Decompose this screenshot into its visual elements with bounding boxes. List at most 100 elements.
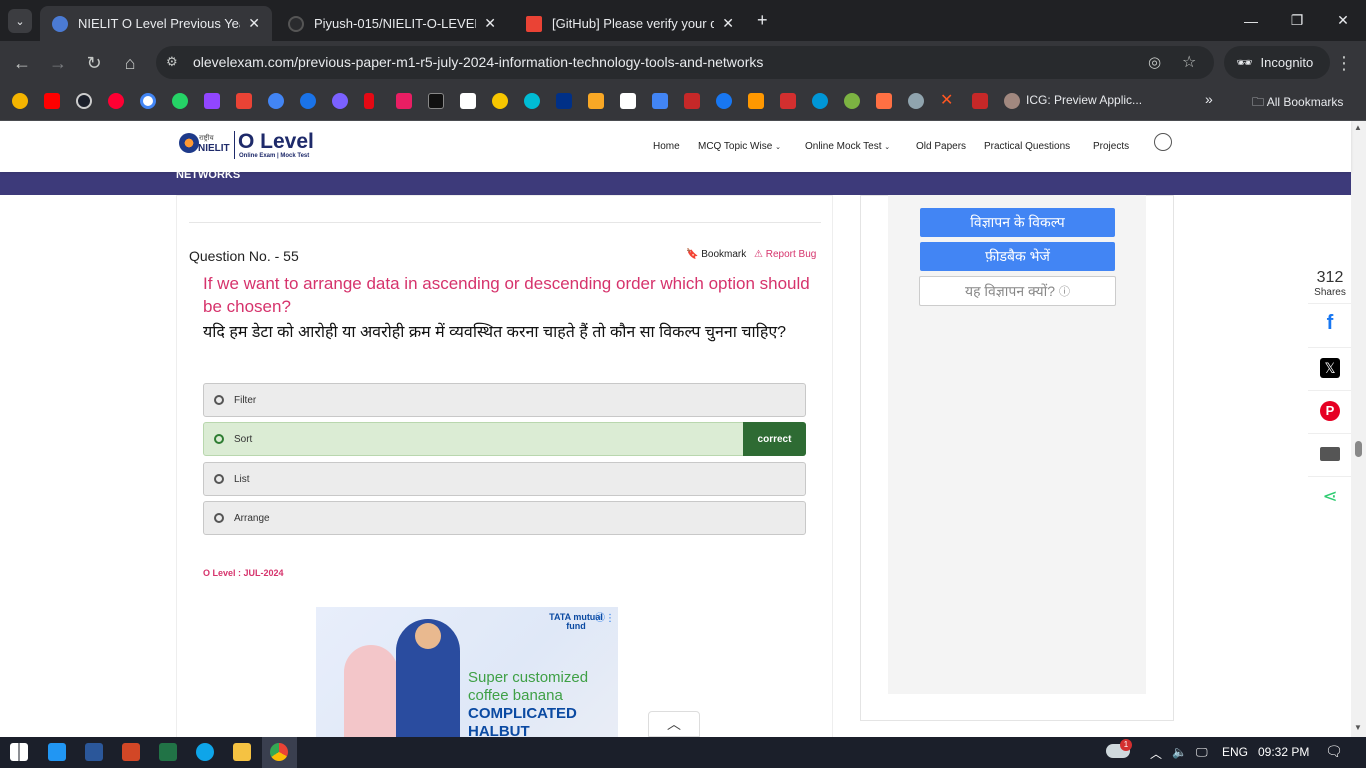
ad-info-icon[interactable]: ⓘ⋮ <box>595 609 615 624</box>
bookmark-netflix-icon[interactable] <box>364 93 374 109</box>
page-scrollbar[interactable]: ▲ ▼ <box>1351 121 1366 737</box>
close-window-button[interactable]: ✕ <box>1320 0 1366 41</box>
tab-gmail[interactable]: [GitHub] Please verify your devi ✕ <box>514 6 746 41</box>
clock[interactable]: 09:32 PM <box>1258 745 1309 759</box>
file-explorer-icon[interactable] <box>233 743 251 761</box>
collapse-ad-button[interactable]: ︿ <box>648 711 700 737</box>
forward-button[interactable]: → <box>44 49 72 77</box>
site-logo[interactable]: राष्ट्रीय NIELIT <box>176 131 236 159</box>
nav-mcq-topic-wise[interactable]: MCQ Topic Wise ⌄ <box>698 141 781 152</box>
tray-chevron-icon[interactable]: ︿ <box>1150 745 1162 762</box>
bookmark-circle-icon[interactable] <box>332 93 348 109</box>
nav-practical-questions[interactable]: Practical Questions <box>984 141 1070 152</box>
bookmark-seal-icon[interactable] <box>908 93 924 109</box>
edge-icon[interactable] <box>196 743 214 761</box>
bookmark-x-icon[interactable]: ✕ <box>940 93 956 109</box>
bookmark-whatsapp-icon[interactable] <box>172 93 188 109</box>
bookmark-leaf-icon[interactable] <box>844 93 860 109</box>
bookmark-play2-icon[interactable] <box>300 93 316 109</box>
option-list[interactable]: List <box>203 462 806 496</box>
brand-title[interactable]: O Level <box>238 130 314 154</box>
home-button[interactable]: ⌂ <box>116 49 144 77</box>
notification-icon[interactable]: 🗨 <box>1325 743 1343 760</box>
star-icon[interactable]: ☆ <box>1182 52 1196 72</box>
address-bar[interactable]: ⚙ olevelexam.com/previous-paper-m1-r5-ju… <box>156 46 1214 79</box>
bookmark-icg-icon[interactable] <box>1004 93 1020 109</box>
bookmark-youtube-icon[interactable] <box>44 93 60 109</box>
back-button[interactable]: ← <box>8 49 36 77</box>
bookmark-facebook-icon[interactable] <box>716 93 732 109</box>
bookmark-dark-icon[interactable] <box>428 93 444 109</box>
why-this-ad-button[interactable]: यह विज्ञापन क्यों? ⓘ <box>919 276 1116 306</box>
bookmark-translate-icon[interactable] <box>652 93 668 109</box>
bookmark-icg-label[interactable]: ICG: Preview Applic... <box>1026 93 1142 107</box>
option-filter[interactable]: Filter <box>203 383 806 417</box>
word-icon[interactable] <box>85 743 103 761</box>
ad-banner[interactable]: TATA mutual fund ⓘ⋮ Super customized cof… <box>316 607 618 737</box>
bookmark-grid-icon[interactable] <box>972 93 988 109</box>
bookmark-g-icon[interactable] <box>588 93 604 109</box>
all-bookmarks-button[interactable]: 🗀 All Bookmarks <box>1252 93 1343 114</box>
network-icon[interactable]: 🖵 <box>1196 745 1208 760</box>
eye-off-icon[interactable]: ◎ <box>1148 53 1161 71</box>
share-pinterest-button[interactable]: P <box>1308 390 1352 430</box>
nav-online-mock-test[interactable]: Online Mock Test ⌄ <box>805 141 890 152</box>
bookmark-gmail-icon[interactable] <box>236 93 252 109</box>
close-icon[interactable]: ✕ <box>484 15 496 32</box>
ad-options-button[interactable]: विज्ञापन के विकल्प <box>920 208 1115 237</box>
bookmark-google-icon[interactable] <box>140 93 156 109</box>
tab-search-button[interactable]: ⌄ <box>8 9 32 33</box>
site-info-icon[interactable]: ⚙ <box>166 54 178 70</box>
excel-icon[interactable] <box>159 743 177 761</box>
windows-start-icon[interactable] <box>10 743 28 761</box>
scroll-up-icon[interactable]: ▲ <box>1354 123 1362 132</box>
reload-button[interactable]: ↻ <box>80 49 108 77</box>
bookmark-play-icon[interactable] <box>268 93 284 109</box>
bookmark-youtube-music-icon[interactable] <box>108 93 124 109</box>
bookmark-flipkart-icon[interactable] <box>492 93 508 109</box>
nav-projects[interactable]: Projects <box>1093 141 1129 152</box>
volume-icon[interactable]: 🔈 <box>1172 745 1187 759</box>
nav-home[interactable]: Home <box>653 141 680 152</box>
close-icon[interactable]: ✕ <box>248 15 260 32</box>
bookmark-speedtest-icon[interactable] <box>76 93 92 109</box>
share-x-button[interactable]: 𝕏 <box>1308 347 1352 387</box>
report-bug-link[interactable]: ⚠ Report Bug <box>754 249 816 260</box>
bookmarks-overflow-icon[interactable]: » <box>1205 91 1213 107</box>
feedback-button[interactable]: फ़ीडबैक भेजें <box>920 242 1115 271</box>
restore-button[interactable]: ❐ <box>1274 0 1320 41</box>
share-facebook-button[interactable]: f <box>1308 303 1352 343</box>
bookmark-hp-icon[interactable] <box>812 93 828 109</box>
bookmark-ns-icon[interactable] <box>780 93 796 109</box>
tab-olevel[interactable]: NIELIT O Level Previous Year Sol ✕ <box>40 6 272 41</box>
tab-github-repo[interactable]: Piyush-015/NIELIT-O-LEVEL-PY ✕ <box>276 6 508 41</box>
bookmark-paypal-icon[interactable] <box>556 93 572 109</box>
bookmark-calendar-icon[interactable] <box>396 93 412 109</box>
option-arrange[interactable]: Arrange <box>203 501 806 535</box>
bookmark-check-icon[interactable] <box>524 93 540 109</box>
bookmark-twitch-icon[interactable] <box>204 93 220 109</box>
vscode-icon[interactable] <box>48 743 66 761</box>
share-email-button[interactable] <box>1308 433 1352 473</box>
menu-button[interactable]: ⋮ <box>1330 49 1358 77</box>
scrollbar-thumb[interactable] <box>1355 441 1362 457</box>
bookmark-olx-icon[interactable] <box>620 93 636 109</box>
bookmark-orange-icon[interactable] <box>876 93 892 109</box>
nav-old-papers[interactable]: Old Papers <box>916 141 966 152</box>
bookmark-amazon-icon[interactable] <box>460 93 476 109</box>
incognito-indicator[interactable]: 🕶 Incognito <box>1224 46 1330 79</box>
language-indicator[interactable]: ENG <box>1222 745 1248 759</box>
scroll-down-icon[interactable]: ▼ <box>1354 723 1362 732</box>
powerpoint-icon[interactable] <box>122 743 140 761</box>
user-account-icon[interactable] <box>1154 133 1172 151</box>
share-generic-button[interactable]: ⋖ <box>1308 476 1352 516</box>
minimize-button[interactable]: — <box>1228 0 1274 41</box>
option-sort[interactable]: Sort correct <box>203 422 806 456</box>
bookmark-emblem-icon[interactable] <box>748 93 764 109</box>
chrome-taskbar-button[interactable] <box>262 737 297 768</box>
exam-tag[interactable]: O Level : JUL-2024 <box>203 568 284 578</box>
close-icon[interactable]: ✕ <box>722 15 734 32</box>
new-tab-button[interactable]: + <box>757 10 768 31</box>
bookmark-smiley-icon[interactable] <box>12 93 28 109</box>
bookmark-link[interactable]: 🔖 Bookmark <box>686 249 746 260</box>
